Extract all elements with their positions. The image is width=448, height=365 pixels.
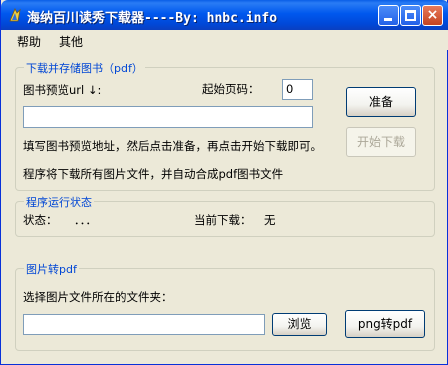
- menu-bar: 帮助 其他: [2, 30, 448, 50]
- start-page-label: 起始页码：: [202, 82, 260, 96]
- status-value: ．．．: [74, 213, 97, 227]
- hint-line-2: 程序将下载所有图片文件，并自动合成pdf图书文件: [23, 167, 284, 181]
- convert-group-title: 图片转pdf: [24, 261, 79, 277]
- close-icon: ×: [426, 7, 439, 23]
- browse-button[interactable]: 浏览: [272, 313, 327, 336]
- app-window: 海纳百川读秀下载器----By: hnbc.info × 帮助 其他 下载并存储…: [0, 0, 448, 365]
- start-download-button[interactable]: 开始下载: [346, 127, 416, 157]
- prepare-button[interactable]: 准备: [346, 87, 416, 117]
- current-download-label: 当前下载：: [194, 213, 252, 227]
- folder-path-input[interactable]: [23, 314, 265, 335]
- start-page-input[interactable]: 0: [282, 79, 313, 100]
- maximize-button[interactable]: [400, 5, 421, 26]
- png-to-pdf-button[interactable]: png转pdf: [345, 310, 425, 338]
- current-download-value: 无: [264, 213, 276, 227]
- status-label: 状态：: [23, 213, 58, 227]
- hint-line-1: 填写图书预览地址，然后点击准备，再点击开始下载即可。: [23, 139, 322, 153]
- window-title: 海纳百川读秀下载器----By: hnbc.info: [27, 11, 278, 26]
- minimize-icon: [384, 18, 392, 21]
- close-button[interactable]: ×: [422, 5, 443, 26]
- minimize-button[interactable]: [378, 5, 399, 26]
- title-bar[interactable]: 海纳百川读秀下载器----By: hnbc.info ×: [1, 0, 448, 30]
- menu-other[interactable]: 其他: [59, 33, 83, 50]
- app-icon: [9, 8, 21, 22]
- preview-url-label: 图书预览url ↓:: [23, 83, 102, 97]
- preview-url-input[interactable]: [23, 106, 313, 128]
- menu-help[interactable]: 帮助: [17, 33, 41, 50]
- download-group-title: 下载并存储图书（pdf）: [24, 60, 145, 76]
- folder-label: 选择图片文件所在的文件夹：: [23, 290, 173, 304]
- maximize-icon: [405, 10, 416, 21]
- status-group-title: 程序运行状态: [24, 194, 94, 210]
